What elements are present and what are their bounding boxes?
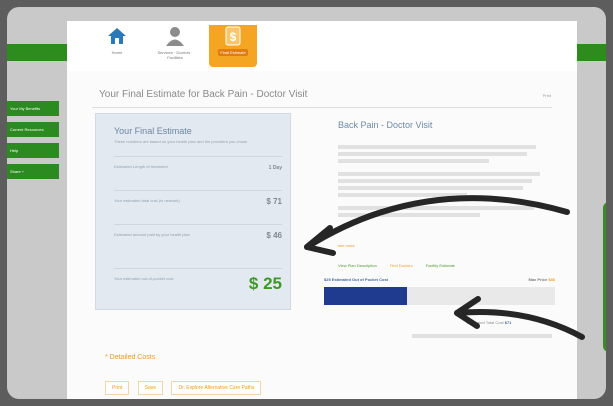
- arrow-to-bar-icon: [454, 296, 585, 340]
- screenshot-frame: Home Services · Doctors · Facilities $ F…: [7, 7, 606, 399]
- arrow-to-total-icon: [304, 195, 570, 256]
- annotation-arrows: [304, 195, 585, 340]
